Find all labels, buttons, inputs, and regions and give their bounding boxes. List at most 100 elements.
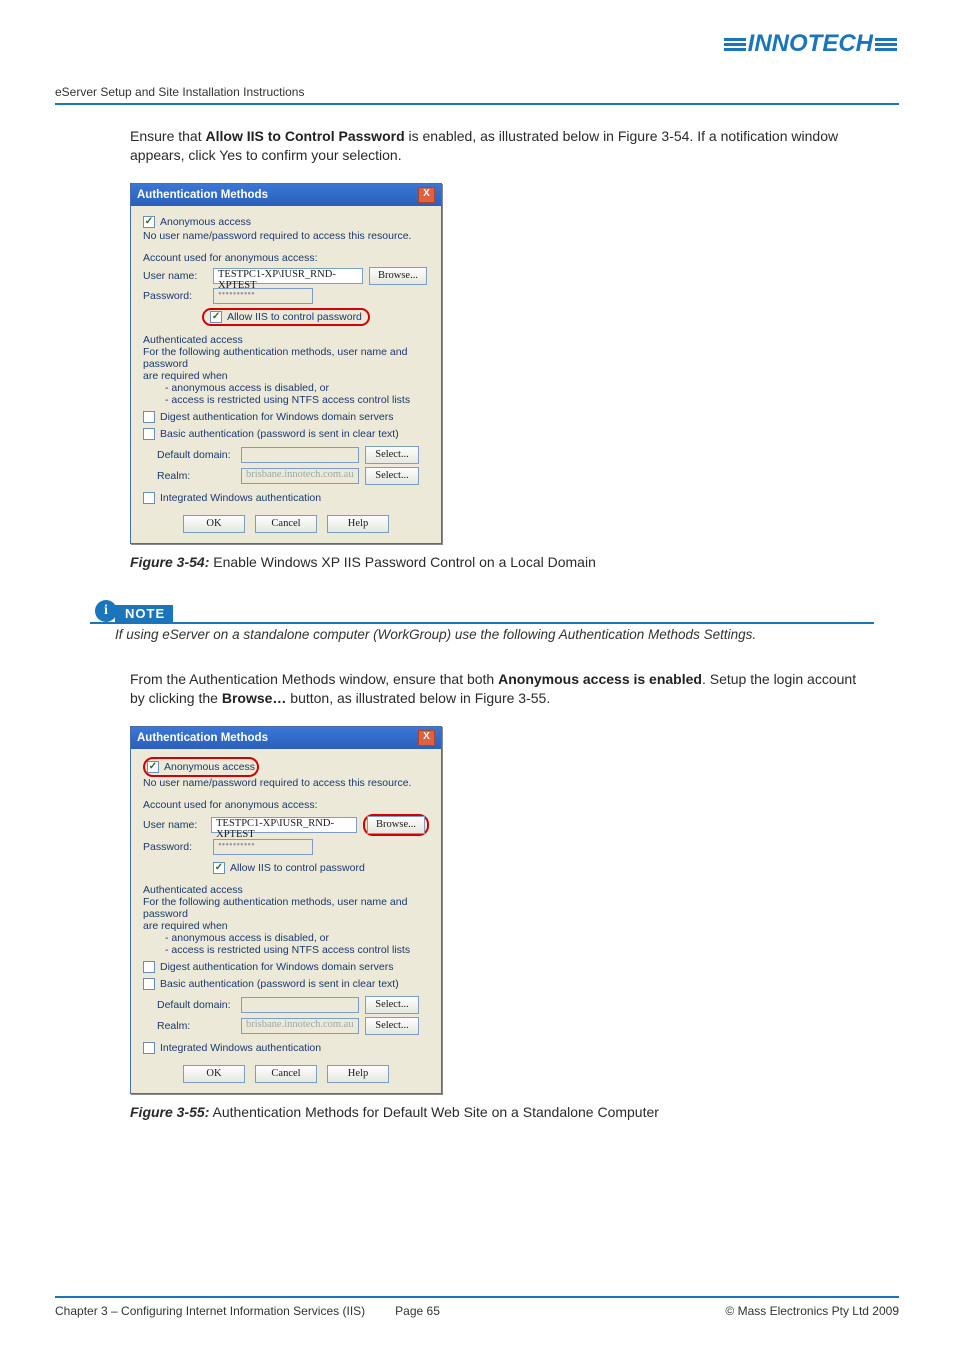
auth-desc-line1: For the following authentication methods… <box>143 346 429 370</box>
basic-auth-checkbox[interactable]: Basic authentication (password is sent i… <box>143 428 399 440</box>
username-input[interactable]: TESTPC1-XP\IUSR_RND-XPTEST <box>213 268 363 284</box>
select-button[interactable]: Select... <box>365 996 419 1014</box>
checkbox-icon: ✓ <box>213 862 225 874</box>
dialog-title: Authentication Methods <box>137 189 268 201</box>
note-bar: i NOTE <box>90 605 874 624</box>
digest-auth-checkbox[interactable]: Digest authentication for Windows domain… <box>143 411 393 423</box>
digest-auth-checkbox[interactable]: Digest authentication for Windows domain… <box>143 961 393 973</box>
dialog-titlebar: Authentication Methods X <box>131 727 441 749</box>
default-domain-row: Default domain: Select... <box>143 996 429 1014</box>
figure-2-label: Figure 3-55: <box>130 1104 209 1120</box>
figure-1-text: Enable Windows XP IIS Password Control o… <box>209 554 596 570</box>
footer-chapter: Chapter 3 – Configuring Internet Informa… <box>55 1304 365 1318</box>
username-label: User name: <box>143 819 205 831</box>
paragraph-1: Ensure that Allow IIS to Control Passwor… <box>130 127 874 165</box>
dialog-title: Authentication Methods <box>137 732 268 744</box>
figure-1-caption: Figure 3-54: Enable Windows XP IIS Passw… <box>130 554 899 570</box>
select-button[interactable]: Select... <box>365 446 419 464</box>
username-row: User name: TESTPC1-XP\IUSR_RND-XPTEST Br… <box>143 814 429 836</box>
realm-input[interactable]: brisbane.innotech.com.au <box>241 1018 359 1034</box>
password-input[interactable]: •••••••••• <box>213 839 313 855</box>
auth-bullet-2: - access is restricted using NTFS access… <box>143 394 429 406</box>
anonymous-access-label: Anonymous access <box>160 216 251 228</box>
basic-auth-checkbox[interactable]: Basic authentication (password is sent i… <box>143 978 399 990</box>
highlight-ring: ✓ Allow IIS to control password <box>202 308 370 326</box>
anon-desc: No user name/password required to access… <box>143 777 429 789</box>
anonymous-access-checkbox[interactable]: ✓ Anonymous access <box>143 216 251 228</box>
allow-iis-label: Allow IIS to control password <box>227 311 362 323</box>
anonymous-access-checkbox[interactable]: ✓ Anonymous access <box>147 761 255 773</box>
default-domain-input[interactable] <box>241 997 359 1013</box>
footer-left: Chapter 3 – Configuring Internet Informa… <box>55 1304 440 1318</box>
default-domain-input[interactable] <box>241 447 359 463</box>
password-row: Password: •••••••••• <box>143 288 429 304</box>
integrated-auth-checkbox[interactable]: Integrated Windows authentication <box>143 1042 321 1054</box>
dialog-button-row: OK Cancel Help <box>143 1065 429 1083</box>
browse-button[interactable]: Browse... <box>367 816 425 834</box>
highlight-ring: ✓ Anonymous access <box>143 757 259 777</box>
select-button[interactable]: Select... <box>365 1017 419 1035</box>
select-button[interactable]: Select... <box>365 467 419 485</box>
para2-text-a: From the Authentication Methods window, … <box>130 671 498 687</box>
auth-bullet-1: - anonymous access is disabled, or <box>143 932 429 944</box>
digest-label: Digest authentication for Windows domain… <box>160 961 393 973</box>
auth-bullet-1: - anonymous access is disabled, or <box>143 382 429 394</box>
anon-desc: No user name/password required to access… <box>143 230 429 242</box>
anonymous-access-label: Anonymous access <box>164 761 255 773</box>
authenticated-access-label: Authenticated access <box>143 334 429 346</box>
brand-name: INNOTECH <box>748 30 873 58</box>
note-label: NOTE <box>115 605 173 622</box>
document-title: eServer Setup and Site Installation Inst… <box>55 85 899 105</box>
dialog-content: ✓ Anonymous access No user name/password… <box>131 749 441 1093</box>
close-icon[interactable]: X <box>418 730 435 746</box>
dialog-content: ✓ Anonymous access No user name/password… <box>131 206 441 543</box>
cancel-button[interactable]: Cancel <box>255 1065 317 1083</box>
username-label: User name: <box>143 270 207 282</box>
realm-input[interactable]: brisbane.innotech.com.au <box>241 468 359 484</box>
checkbox-icon[interactable]: ✓ <box>210 311 222 323</box>
integrated-label: Integrated Windows authentication <box>160 1042 321 1054</box>
default-domain-label: Default domain: <box>157 999 235 1011</box>
checkbox-icon: ✓ <box>143 216 155 228</box>
figure-2-text: Authentication Methods for Default Web S… <box>209 1104 659 1120</box>
username-input[interactable]: TESTPC1-XP\IUSR_RND-XPTEST <box>211 817 357 833</box>
figure-3-54-image: Authentication Methods X ✓ Anonymous acc… <box>130 183 899 544</box>
logo-bars-right-icon <box>875 36 897 53</box>
help-button[interactable]: Help <box>327 1065 389 1083</box>
note-text: If using eServer on a standalone compute… <box>115 627 874 642</box>
checkbox-icon <box>143 978 155 990</box>
password-label: Password: <box>143 841 207 853</box>
page-footer: Chapter 3 – Configuring Internet Informa… <box>55 1296 899 1318</box>
cancel-button[interactable]: Cancel <box>255 515 317 533</box>
checkbox-icon <box>143 428 155 440</box>
browse-button[interactable]: Browse... <box>369 267 427 285</box>
close-icon[interactable]: X <box>418 187 435 203</box>
integrated-auth-checkbox[interactable]: Integrated Windows authentication <box>143 492 321 504</box>
basic-label: Basic authentication (password is sent i… <box>160 428 399 440</box>
figure-1-label: Figure 3-54: <box>130 554 209 570</box>
dialog-titlebar: Authentication Methods X <box>131 184 441 206</box>
account-used-label: Account used for anonymous access: <box>143 252 429 264</box>
auth-methods-dialog-2: Authentication Methods X ✓ Anonymous acc… <box>130 726 442 1094</box>
ok-button[interactable]: OK <box>183 515 245 533</box>
realm-label: Realm: <box>157 1020 235 1032</box>
checkbox-icon <box>143 961 155 973</box>
realm-row: Realm: brisbane.innotech.com.au Select..… <box>143 1017 429 1035</box>
digest-label: Digest authentication for Windows domain… <box>160 411 393 423</box>
brand-logo: INNOTECH <box>724 30 899 58</box>
highlight-ring: Browse... <box>363 814 429 836</box>
info-icon: i <box>95 600 117 622</box>
allow-iis-checkbox[interactable]: ✓ Allow IIS to control password <box>213 862 365 874</box>
realm-row: Realm: brisbane.innotech.com.au Select..… <box>143 467 429 485</box>
checkbox-icon <box>143 411 155 423</box>
basic-label: Basic authentication (password is sent i… <box>160 978 399 990</box>
note-divider <box>90 622 874 624</box>
help-button[interactable]: Help <box>327 515 389 533</box>
password-input[interactable]: •••••••••• <box>213 288 313 304</box>
figure-2-caption: Figure 3-55: Authentication Methods for … <box>130 1104 899 1120</box>
default-domain-row: Default domain: Select... <box>143 446 429 464</box>
password-row: Password: •••••••••• <box>143 839 429 855</box>
para1-bold: Allow IIS to Control Password <box>206 128 405 144</box>
integrated-label: Integrated Windows authentication <box>160 492 321 504</box>
ok-button[interactable]: OK <box>183 1065 245 1083</box>
